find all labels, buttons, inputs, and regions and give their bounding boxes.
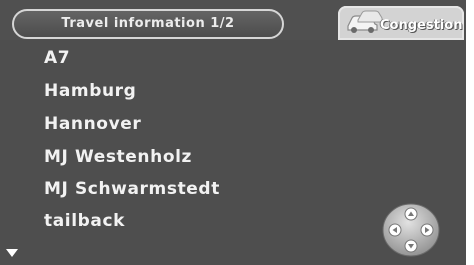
tab-label: Congestion xyxy=(380,18,463,33)
nav-down-button[interactable] xyxy=(404,239,418,253)
congestion-tab[interactable]: Congestion xyxy=(338,6,464,40)
nav-left-button[interactable] xyxy=(388,223,402,237)
navigation-screen: Travel information 1/2 Congestion A7 Ham… xyxy=(0,0,474,265)
list-item[interactable]: tailback xyxy=(44,211,125,231)
four-way-arrow-pad-icon[interactable] xyxy=(381,202,441,262)
cars-icon xyxy=(344,8,384,40)
page-title: Travel information 1/2 xyxy=(12,9,284,39)
list-item[interactable]: A7 xyxy=(44,48,70,68)
list-item[interactable]: Hannover xyxy=(44,114,141,134)
list-item[interactable]: Hamburg xyxy=(44,81,136,101)
nav-right-button[interactable] xyxy=(420,223,434,237)
screen-edge xyxy=(466,0,474,265)
triangle-down-icon[interactable] xyxy=(6,249,18,257)
list-item[interactable]: MJ Westenholz xyxy=(44,147,192,167)
header-bar: Travel information 1/2 Congestion xyxy=(0,0,474,40)
nav-up-button[interactable] xyxy=(404,207,418,221)
list-item[interactable]: MJ Schwarmstedt xyxy=(44,179,220,199)
